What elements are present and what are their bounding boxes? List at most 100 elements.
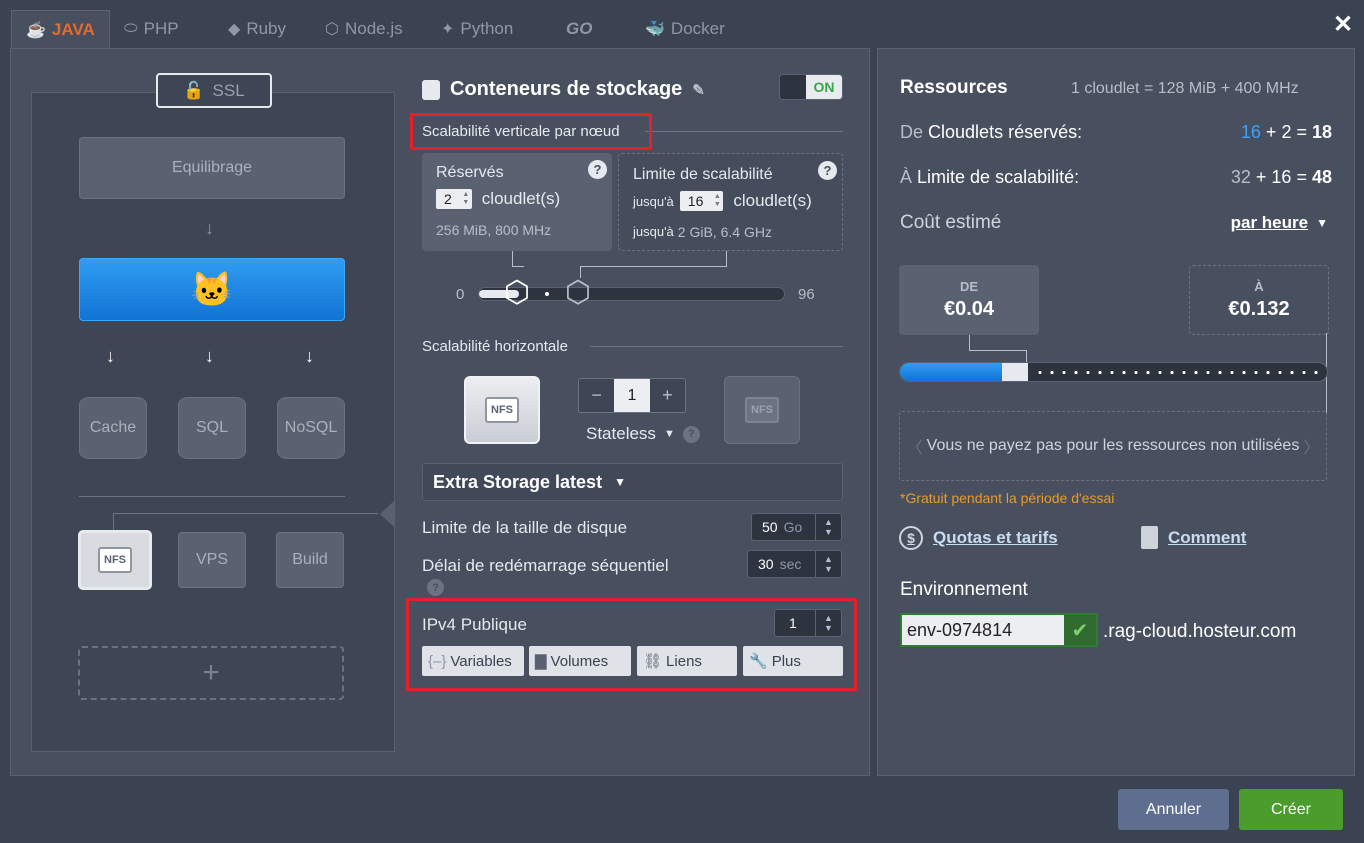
document-icon (1141, 526, 1158, 549)
add-node-button[interactable]: + (78, 646, 344, 700)
row-prefix: À (900, 167, 913, 187)
button-label: Variables (450, 652, 512, 670)
storage-node[interactable]: NFS (78, 530, 152, 590)
ssl-toggle[interactable]: 🔓 SSL (156, 73, 272, 108)
vps-node[interactable]: VPS (178, 532, 246, 588)
nfs-node-icon[interactable]: NFS (464, 376, 540, 444)
quotas-link[interactable]: $ Quotas et tarifs (899, 526, 1058, 550)
close-icon[interactable]: ✕ (1333, 10, 1353, 39)
limit-slider-handle[interactable]: ⬡ (561, 276, 595, 310)
tab-java[interactable]: ☕ JAVA (11, 10, 110, 48)
build-node[interactable]: Build (276, 532, 344, 588)
node-label: Build (292, 551, 328, 568)
nfs-badge-label: NFS (751, 404, 773, 416)
volumes-button[interactable]: ▇ Volumes (529, 646, 631, 676)
dollar-icon: $ (899, 526, 923, 550)
wrench-icon: 🔧 (749, 653, 768, 670)
limit-cloudlets-stepper[interactable]: 16 ▲ ▼ (679, 191, 724, 211)
price-to-label: À (1254, 279, 1264, 294)
env-name-value: env-0974814 (902, 615, 1064, 645)
tab-docker[interactable]: 🐳 Docker (645, 10, 725, 48)
reserved-slider-handle[interactable]: ⬡ (500, 276, 534, 310)
node-label: Cache (89, 419, 137, 436)
tab-ruby[interactable]: ◆ Ruby (228, 10, 286, 48)
node-count-stepper[interactable]: − 1 + (578, 378, 686, 413)
app-server-node[interactable]: 🐱 (79, 258, 345, 321)
tab-go[interactable]: GO (566, 10, 592, 48)
divider (645, 131, 843, 132)
arrow-down-icon: ↓ (205, 346, 214, 366)
restart-delay-input[interactable]: 30 sec ▲ ▼ (747, 550, 842, 578)
link-label: Quotas et tarifs (933, 528, 1058, 547)
tab-label: Ruby (246, 19, 286, 38)
connector-line (969, 335, 970, 351)
more-button[interactable]: 🔧 Plus (743, 646, 843, 676)
balancer-node[interactable]: Equilibrage (79, 137, 345, 199)
cost-period-dropdown[interactable]: par heure ▼ (1231, 212, 1328, 234)
disk-limit-input[interactable]: 50 Go ▲ ▼ (751, 513, 842, 541)
stepper-arrows-icon[interactable]: ▲ ▼ (711, 193, 723, 209)
tab-label: GO (566, 19, 593, 38)
row-label: Cloudlets réservés: (928, 122, 1083, 142)
price-from-value: €0.04 (943, 298, 995, 320)
create-button[interactable]: Créer (1239, 789, 1343, 830)
node-label: SQL (195, 419, 228, 436)
stepper-arrows-icon[interactable]: ▲ ▼ (815, 610, 841, 636)
help-icon[interactable]: ? (427, 579, 444, 596)
toggle-knob (780, 75, 806, 99)
stepper-arrows-icon[interactable]: ▲ ▼ (815, 514, 841, 540)
mode-dropdown[interactable]: Stateless ▼ ? (586, 424, 700, 444)
on-toggle[interactable]: ON (779, 74, 843, 100)
chevron-right-icon: 〉 (1303, 440, 1320, 457)
sql-node[interactable]: SQL (178, 397, 246, 459)
stepper-value: 2 (444, 191, 452, 207)
variables-button[interactable]: {–} Variables (422, 646, 524, 676)
reserved-cloudlets-stepper[interactable]: 2 ▲ ▼ (436, 189, 472, 209)
ruby-icon: ◆ (228, 21, 241, 38)
how-link[interactable]: Comment (1141, 526, 1246, 549)
docker-icon: 🐳 (645, 21, 665, 38)
cache-node[interactable]: Cache (79, 397, 147, 459)
storage-icon (422, 79, 440, 100)
pencil-icon[interactable]: ✎ (692, 81, 705, 99)
reserved-card: Réservés ? 2 ▲ ▼ cloudlet(s) 256 MiB, 800… (422, 153, 612, 251)
env-name-input[interactable]: env-0974814 ✔ (900, 613, 1098, 647)
nodejs-icon: ⬡ (325, 21, 339, 38)
mode-label: Stateless (586, 424, 656, 443)
toggle-label: ON (806, 75, 842, 99)
stepper-arrows-icon[interactable]: ▲ ▼ (815, 551, 841, 577)
help-icon[interactable]: ? (818, 161, 837, 180)
python-icon: ✦ (441, 21, 455, 38)
disk-limit-value: 50 (762, 519, 778, 535)
ipv4-count-input[interactable]: 1 ▲ ▼ (774, 609, 842, 637)
cancel-button[interactable]: Annuler (1118, 789, 1229, 830)
slider-min-label: 0 (456, 286, 465, 303)
reserved-row: 2 ▲ ▼ cloudlet(s) (436, 189, 560, 209)
limit-detail-row: jusqu'à 2 GiB, 6.4 GHz (633, 224, 772, 240)
increment-button[interactable]: + (650, 379, 685, 412)
slider-max-label: 96 (798, 286, 815, 303)
help-icon[interactable]: ? (588, 160, 607, 179)
reserved-dynamic: 16 (1240, 122, 1261, 142)
nfs-badge-label: NFS (491, 404, 513, 416)
storage-version-select[interactable]: Extra Storage latest ▼ (422, 463, 843, 501)
row-label: Limite de scalabilité: (917, 167, 1080, 187)
tab-python[interactable]: ✦ Python (441, 10, 513, 48)
link-label: Comment (1168, 527, 1247, 547)
node-count-value: 1 (614, 379, 650, 412)
tab-nodejs[interactable]: ⬡ Node.js (325, 10, 403, 48)
unit-label: cloudlet(s) (733, 191, 812, 210)
disk-limit-label: Limite de la taille de disque (422, 518, 628, 537)
arrow-down-icon: ↓ (305, 346, 314, 366)
nosql-node[interactable]: NoSQL (277, 397, 345, 459)
unit-label: cloudlet(s) (481, 189, 561, 208)
environment-label: Environnement (900, 579, 1028, 600)
check-icon: ✔ (1064, 615, 1096, 645)
tab-php[interactable]: ⬭ PHP (124, 10, 179, 48)
ssl-label: SSL (212, 80, 245, 100)
stepper-arrows-icon[interactable]: ▲ ▼ (460, 191, 472, 207)
help-icon[interactable]: ? (682, 425, 700, 443)
decrement-button[interactable]: − (579, 379, 614, 412)
price-to-value: €0.132 (1228, 298, 1290, 320)
links-button[interactable]: ⛓ Liens (637, 646, 737, 676)
